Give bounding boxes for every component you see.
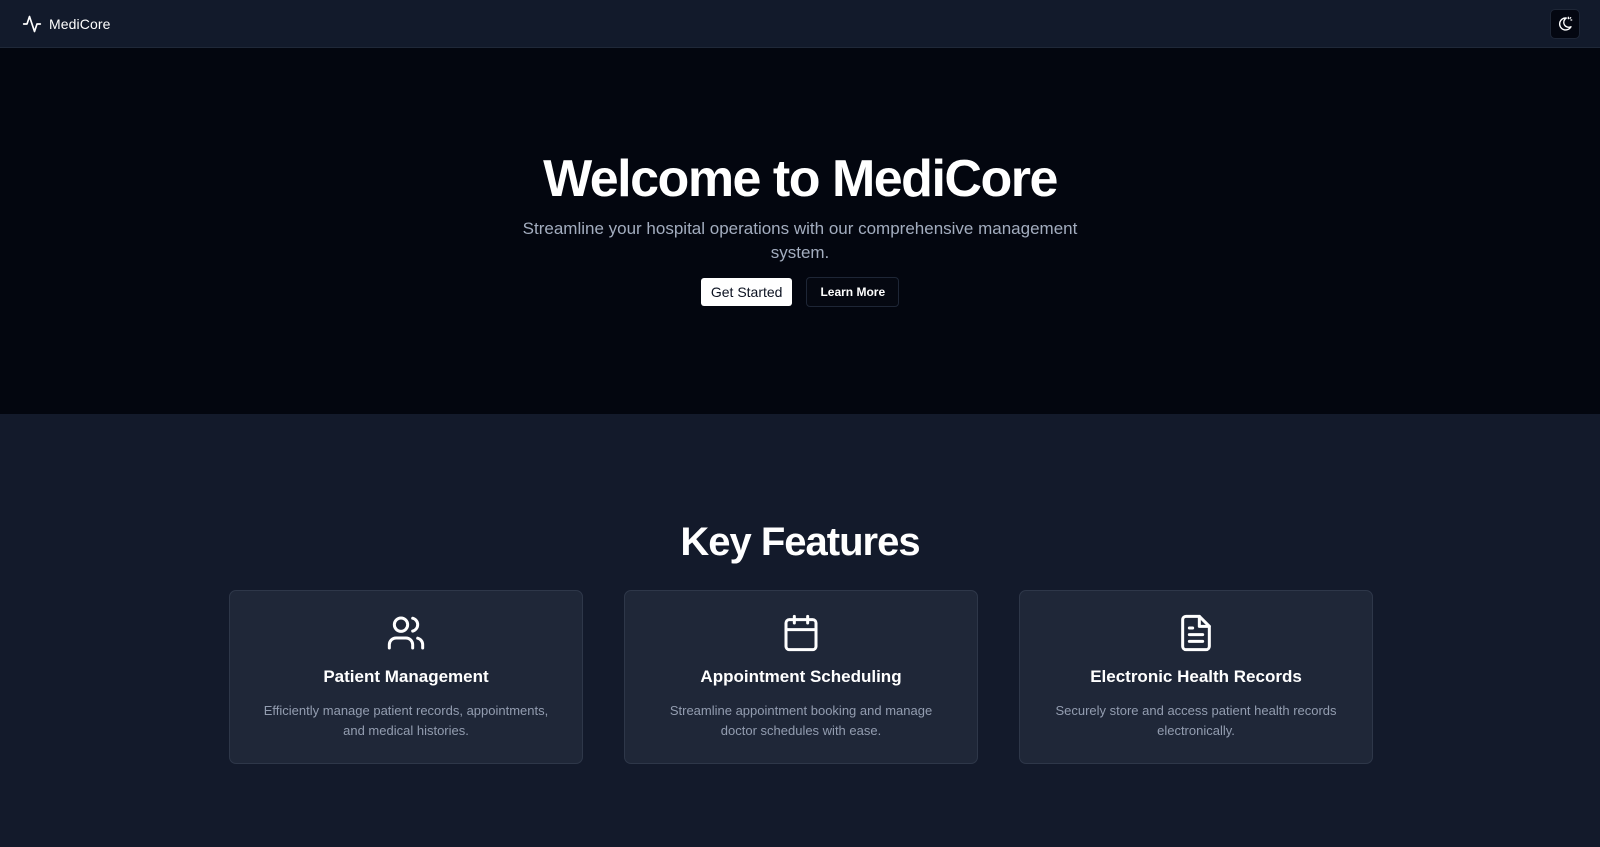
feature-card-patient-management: Patient Management Efficiently manage pa… bbox=[229, 590, 583, 764]
calendar-icon bbox=[784, 614, 818, 652]
get-started-button[interactable]: Get Started bbox=[700, 278, 793, 306]
top-nav: MediCore bbox=[0, 0, 1600, 48]
file-text-icon bbox=[1181, 614, 1211, 652]
feature-card-description: Efficiently manage patient records, appo… bbox=[263, 703, 549, 738]
hero-actions: Get Started Learn More bbox=[700, 277, 900, 307]
hero-title: Welcome to MediCore bbox=[543, 150, 1058, 208]
feature-card-title: Appointment Scheduling bbox=[700, 667, 902, 686]
hero-section: Welcome to MediCore Streamline your hosp… bbox=[0, 48, 1600, 414]
feature-card-appointment-scheduling: Appointment Scheduling Streamline appoin… bbox=[624, 590, 978, 764]
learn-more-button[interactable]: Learn More bbox=[806, 277, 900, 307]
brand-link[interactable]: MediCore bbox=[22, 14, 111, 34]
page: MediCore Welcome to MediCore Streamline … bbox=[0, 0, 1600, 847]
feature-card-description: Streamline appointment booking and manag… bbox=[669, 703, 933, 738]
feature-card-title: Electronic Health Records bbox=[1090, 667, 1302, 686]
users-icon bbox=[387, 616, 425, 650]
features-title: Key Features bbox=[680, 520, 920, 564]
theme-toggle-button[interactable] bbox=[1550, 8, 1580, 39]
brand-name: MediCore bbox=[49, 15, 111, 32]
feature-card-description: Securely store and access patient health… bbox=[1055, 703, 1337, 738]
activity-pulse-icon bbox=[22, 15, 42, 32]
features-section: Key Features Patient Management Efficien… bbox=[0, 414, 1600, 847]
feature-card-title: Patient Management bbox=[323, 667, 489, 686]
moon-sun-icon bbox=[1558, 16, 1573, 31]
hero-subtitle: Streamline your hospital operations with… bbox=[522, 219, 1078, 262]
feature-cards: Patient Management Efficiently manage pa… bbox=[229, 590, 1373, 764]
feature-card-electronic-health-records: Electronic Health Records Securely store… bbox=[1019, 590, 1373, 764]
